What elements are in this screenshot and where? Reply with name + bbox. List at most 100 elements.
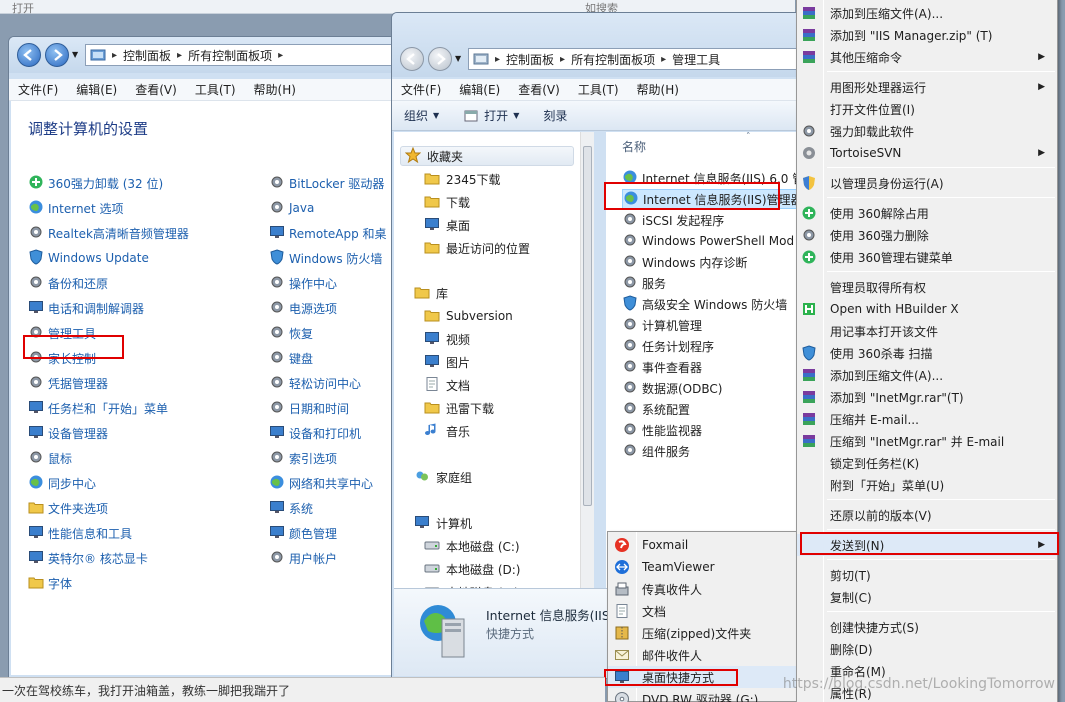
tree-item[interactable]: 计算机 [414,513,472,533]
file-item[interactable]: 任务计划程序 [622,336,714,356]
menu-tools[interactable]: 工具(T) [186,81,245,98]
control-panel-item[interactable]: Internet 选项 [28,198,123,218]
forward-button[interactable] [45,43,69,67]
context-menu-item[interactable]: 用图形处理器运行 ▶ [797,76,1057,98]
sendto-menu-item[interactable]: TeamViewer [608,556,796,578]
file-item[interactable]: 事件查看器 [622,357,702,377]
context-menu-item[interactable]: 附到「开始」菜单(U) [797,474,1057,496]
control-panel-item[interactable]: 英特尔® 核芯显卡 [28,548,148,568]
control-panel-item[interactable]: 颜色管理 [269,523,337,543]
breadcrumb-item[interactable]: 控制面板 [506,51,554,68]
context-menu-item[interactable]: 还原以前的版本(V) [797,504,1057,526]
back-button[interactable] [400,47,424,71]
context-menu-item[interactable]: 使用 360解除占用 [797,202,1057,224]
column-header-name[interactable]: 名称 [622,138,646,155]
control-panel-item[interactable]: 轻松访问中心 [269,373,361,393]
tree-item[interactable]: 迅雷下载 [424,398,494,418]
vertical-scrollbar[interactable] [580,132,594,588]
context-menu-item[interactable]: 删除(D) [797,638,1057,660]
sendto-menu-item[interactable]: Foxmail [608,534,796,556]
control-panel-item[interactable]: 文件夹选项 [28,498,108,518]
menu-view[interactable]: 查看(V) [126,81,186,98]
file-item[interactable]: 服务 [622,273,666,293]
menu-tools[interactable]: 工具(T) [569,81,628,98]
control-panel-item[interactable]: Java [269,198,314,218]
control-panel-item[interactable]: 系统 [269,498,313,518]
control-panel-item[interactable]: 键盘 [269,348,313,368]
control-panel-item[interactable]: 恢复 [269,323,313,343]
breadcrumb-item[interactable]: 所有控制面板项 [571,51,655,68]
control-panel-item[interactable]: 设备和打印机 [269,423,361,443]
context-menu-item[interactable]: 锁定到任务栏(K) [797,452,1057,474]
context-menu-item[interactable]: 压缩到 "InetMgr.rar" 并 E-mail [797,430,1057,452]
control-panel-item[interactable]: 同步中心 [28,473,96,493]
context-menu-item[interactable]: 以管理员身份运行(A) [797,172,1057,194]
sendto-menu-item[interactable]: 压缩(zipped)文件夹 [608,622,796,644]
file-item[interactable]: 性能监视器 [622,420,702,440]
control-panel-item[interactable]: 设备管理器 [28,423,108,443]
tree-item[interactable]: 文档 [424,375,470,395]
control-panel-item[interactable]: 电话和调制解调器 [28,298,144,318]
sendto-menu-item[interactable]: 文档 [608,600,796,622]
context-menu-item[interactable]: 强力卸载此软件 [797,120,1057,142]
control-panel-item[interactable]: 操作中心 [269,273,337,293]
tree-item[interactable]: 音乐 [424,421,470,441]
control-panel-item[interactable]: 性能信息和工具 [28,523,132,543]
context-menu-item[interactable]: TortoiseSVN ▶ [797,142,1057,164]
context-menu-item[interactable]: 添加到 "InetMgr.rar"(T) [797,386,1057,408]
context-menu-item[interactable]: 复制(C) [797,586,1057,608]
control-panel-item[interactable]: 备份和还原 [28,273,108,293]
file-item[interactable]: 数据源(ODBC) [622,378,722,398]
tree-item[interactable]: 图片 [424,352,470,372]
context-menu-item[interactable]: Open with HBuilder X [797,298,1057,320]
context-menu-item[interactable]: 添加到压缩文件(A)... [797,2,1057,24]
menu-edit[interactable]: 编辑(E) [67,81,126,98]
tree-item[interactable]: 库 [414,283,448,303]
control-panel-item[interactable]: 字体 [28,573,72,593]
control-panel-item[interactable]: RemoteApp 和桌 [269,223,387,243]
control-panel-item[interactable]: Windows 防火墙 [269,248,382,268]
tree-item[interactable]: 最近访问的位置 [424,238,530,258]
context-menu-item[interactable]: 其他压缩命令 ▶ [797,46,1057,68]
tree-item[interactable]: 本地磁盘 (C:) [424,536,520,556]
context-menu-item[interactable]: 压缩并 E-mail... [797,408,1057,430]
menu-view[interactable]: 查看(V) [509,81,569,98]
address-bar[interactable]: ▸ 控制面板 ▸ 所有控制面板项 ▸ 管理工具 [468,48,808,70]
control-panel-item[interactable]: 360强力卸载 (32 位) [28,173,163,193]
open-button[interactable]: 打开 ▼ [451,107,531,124]
tree-item[interactable]: 桌面 [424,215,470,235]
control-panel-item[interactable]: 日期和时间 [269,398,349,418]
tree-item[interactable]: 下载 [424,192,470,212]
forward-button[interactable] [428,47,452,71]
tree-item[interactable]: Subversion [424,306,513,326]
sendto-menu-item[interactable]: 邮件收件人 [608,644,796,666]
breadcrumb-item[interactable]: 控制面板 [123,47,171,64]
control-panel-item[interactable]: BitLocker 驱动器 [269,173,384,193]
sendto-menu-item[interactable]: 传真收件人 [608,578,796,600]
menu-file[interactable]: 文件(F) [9,81,67,98]
context-menu-item[interactable]: 剪切(T) [797,564,1057,586]
tree-item[interactable]: 视频 [424,329,470,349]
menu-help[interactable]: 帮助(H) [245,81,305,98]
sendto-menu-item[interactable]: DVD RW 驱动器 (G:) [608,688,796,702]
file-item[interactable]: 计算机管理 [622,315,702,335]
context-menu-item[interactable]: 使用 360强力删除 [797,224,1057,246]
control-panel-item[interactable]: Realtek高清晰音频管理器 [28,223,189,243]
context-menu-item[interactable]: 用记事本打开该文件 [797,320,1057,342]
control-panel-item[interactable]: 凭据管理器 [28,373,108,393]
control-panel-item[interactable]: 用户帐户 [269,548,337,568]
breadcrumb-item[interactable]: 所有控制面板项 [188,47,272,64]
tree-item[interactable]: 2345下载 [424,169,501,189]
context-menu-item[interactable]: 打开文件位置(I) [797,98,1057,120]
organize-button[interactable]: 组织 ▼ [392,107,451,124]
context-menu-item[interactable]: 创建快捷方式(S) [797,616,1057,638]
file-item[interactable]: 系统配置 [622,399,690,419]
context-menu-item[interactable]: 添加到 "IIS Manager.zip" (T) [797,24,1057,46]
file-item[interactable]: Windows 内存诊断 [622,252,747,272]
context-menu-item[interactable]: 使用 360管理右键菜单 [797,246,1057,268]
breadcrumb-item[interactable]: 管理工具 [672,51,720,68]
file-item[interactable]: 组件服务 [622,441,690,461]
address-bar[interactable]: ▸ 控制面板 ▸ 所有控制面板项 ▸ [85,44,397,66]
file-item[interactable]: Windows PowerShell Mod [622,231,794,251]
control-panel-item[interactable]: 索引选项 [269,448,337,468]
